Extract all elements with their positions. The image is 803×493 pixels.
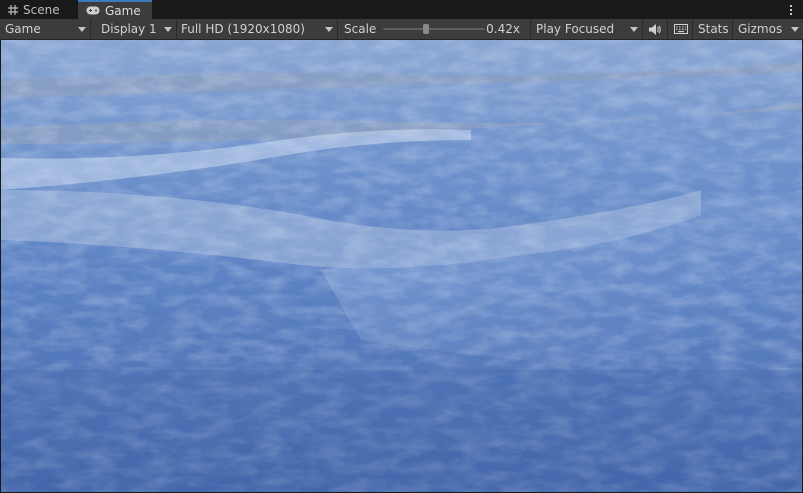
scale-label: Scale <box>344 22 377 36</box>
chevron-down-icon <box>78 27 86 32</box>
keyboard-shortcuts-button[interactable] <box>669 19 693 39</box>
scale-slider[interactable] <box>383 28 485 30</box>
grid-icon <box>8 4 18 15</box>
game-render-image <box>1 40 802 492</box>
chevron-down-icon <box>791 27 799 32</box>
gizmos-dropdown[interactable]: Gizmos <box>733 19 803 39</box>
mute-audio-button[interactable] <box>644 19 668 39</box>
chevron-down-icon <box>325 27 333 32</box>
chevron-down-icon <box>164 27 172 32</box>
scale-value: 0.42x <box>486 22 520 36</box>
more-options-icon[interactable] <box>785 2 797 17</box>
tab-game[interactable]: Game <box>78 0 152 19</box>
gamepad-icon <box>86 6 100 15</box>
scale-slider-handle[interactable] <box>422 24 429 34</box>
resolution-dropdown-label: Full HD (1920x1080) <box>181 22 305 36</box>
mode-dropdown-label: Game <box>5 22 41 36</box>
mode-dropdown[interactable]: Game <box>0 19 91 39</box>
tab-strip: Scene Game <box>0 0 803 19</box>
game-viewport[interactable] <box>1 40 802 492</box>
tab-scene-label: Scene <box>23 2 60 17</box>
tab-game-label: Game <box>105 3 141 18</box>
game-toolbar: Game Display 1 Full HD (1920x1080) Scale… <box>0 19 803 40</box>
speaker-icon <box>649 23 661 35</box>
stats-label: Stats <box>698 22 729 36</box>
stats-button[interactable]: Stats <box>693 19 733 39</box>
tab-scene[interactable]: Scene <box>0 0 78 19</box>
display-dropdown[interactable]: Display 1 <box>96 19 177 39</box>
chevron-down-icon <box>630 27 638 32</box>
keyboard-icon <box>673 24 688 34</box>
scale-control: Scale 0.42x <box>339 19 531 39</box>
gizmos-label: Gizmos <box>738 22 783 36</box>
play-mode-dropdown[interactable]: Play Focused <box>531 19 643 39</box>
display-dropdown-label: Display 1 <box>101 22 157 36</box>
play-mode-label: Play Focused <box>536 22 615 36</box>
resolution-dropdown[interactable]: Full HD (1920x1080) <box>176 19 338 39</box>
